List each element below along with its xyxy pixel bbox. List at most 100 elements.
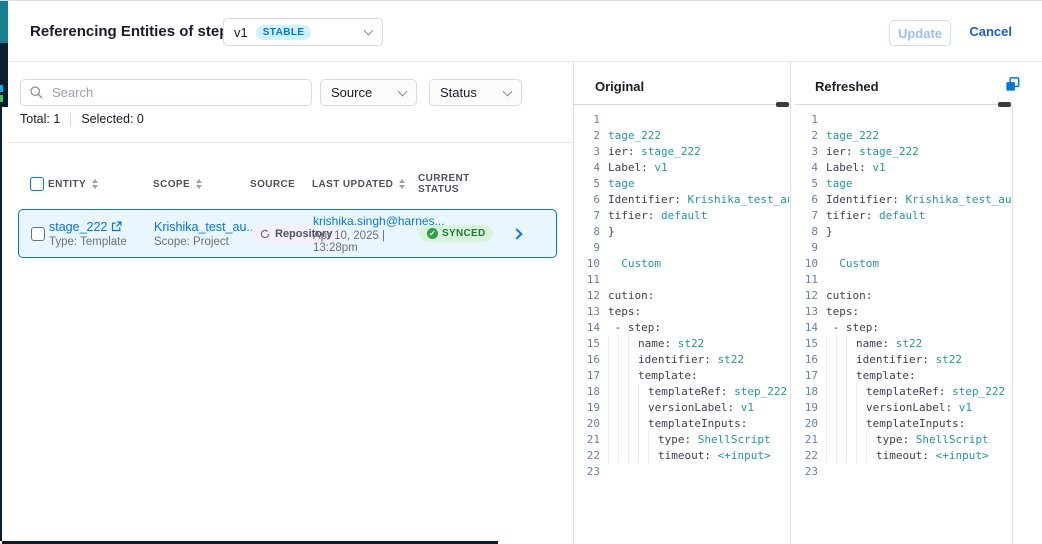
select-all-checkbox[interactable] xyxy=(30,177,44,191)
line-number: 21 xyxy=(791,433,818,446)
indent-guide xyxy=(608,383,618,399)
line-number: 8 xyxy=(791,225,818,238)
search-input-wrapper xyxy=(20,79,312,106)
line-number: 20 xyxy=(573,417,600,430)
code-line: 1 xyxy=(573,111,789,127)
status-filter-select[interactable]: Status xyxy=(429,79,522,106)
code-line: 20templateInputs: xyxy=(791,415,1011,431)
indent-guide xyxy=(856,399,866,415)
code-line: 4Label: v1 xyxy=(791,159,1011,175)
line-number: 11 xyxy=(791,273,818,286)
background-left-edge xyxy=(0,107,2,541)
indent-guide xyxy=(866,447,876,463)
line-number: 9 xyxy=(573,241,600,254)
indent-guide xyxy=(836,383,846,399)
code-line: 9 xyxy=(791,239,1011,255)
column-header-entity[interactable]: ENTITY xyxy=(48,179,153,190)
entity-link[interactable]: stage_222 xyxy=(49,220,107,234)
column-header-last-updated[interactable]: LAST UPDATED xyxy=(312,179,418,190)
refreshed-pane-title: Refreshed xyxy=(815,79,879,94)
indent-guide xyxy=(856,415,866,431)
indent-guide xyxy=(826,431,836,447)
status-filter-label: Status xyxy=(440,85,477,100)
indent-guide xyxy=(826,351,836,367)
line-number: 7 xyxy=(573,209,600,222)
selected-count: Selected: 0 xyxy=(81,112,144,126)
indent-guide xyxy=(618,351,628,367)
code-line: 8} xyxy=(791,223,1011,239)
copy-icon[interactable] xyxy=(1002,76,1022,96)
chevron-right-icon[interactable] xyxy=(511,228,522,239)
sort-icon[interactable] xyxy=(196,179,202,189)
indent-guide xyxy=(618,447,628,463)
table-row[interactable]: stage_222 Type: Template Krishika_test_a… xyxy=(18,209,557,258)
indent-guide xyxy=(608,335,618,351)
horizontal-scrollbar[interactable] xyxy=(795,104,1012,105)
scope-link[interactable]: Krishika_test_au... xyxy=(154,220,257,234)
sort-icon[interactable] xyxy=(92,179,98,189)
indent-guide xyxy=(638,447,648,463)
line-number: 2 xyxy=(573,129,600,142)
stable-badge: STABLE xyxy=(256,25,312,40)
indent-guide xyxy=(618,367,628,383)
line-number: 18 xyxy=(573,385,600,398)
code-line: 10 Custom xyxy=(791,255,1011,271)
source-filter-select[interactable]: Source xyxy=(320,79,417,106)
indent-guide xyxy=(846,351,856,367)
line-number: 18 xyxy=(791,385,818,398)
code-line: 14 - step: xyxy=(791,319,1011,335)
line-number: 19 xyxy=(573,401,600,414)
refreshed-code-pane: 12tage_2223ier: stage_2224Label: v15tage… xyxy=(791,111,1011,491)
code-line: 22timeout: <+input> xyxy=(791,447,1011,463)
cancel-button[interactable]: Cancel xyxy=(969,24,1012,39)
scrollbar-thumb[interactable] xyxy=(998,102,1011,107)
indent-guide xyxy=(836,335,846,351)
version-select[interactable]: v1 STABLE xyxy=(223,18,383,46)
update-button[interactable]: Update xyxy=(889,20,951,46)
line-number: 7 xyxy=(791,209,818,222)
column-header-scope[interactable]: SCOPE xyxy=(153,179,250,190)
line-number: 23 xyxy=(791,465,818,478)
code-line: 17template: xyxy=(573,367,789,383)
indent-guide xyxy=(638,431,648,447)
line-number: 14 xyxy=(791,321,818,334)
line-number: 22 xyxy=(791,449,818,462)
code-line: 2tage_222 xyxy=(573,127,789,143)
line-number: 20 xyxy=(791,417,818,430)
code-line: 11 xyxy=(791,271,1011,287)
line-number: 14 xyxy=(573,321,600,334)
indent-guide xyxy=(628,399,638,415)
code-line: 15name: st22 xyxy=(791,335,1011,351)
search-input[interactable] xyxy=(50,84,302,101)
line-number: 11 xyxy=(573,273,600,286)
horizontal-scrollbar[interactable] xyxy=(573,104,790,105)
indent-guide xyxy=(628,351,638,367)
sort-icon[interactable] xyxy=(399,179,405,189)
indent-guide xyxy=(836,431,846,447)
code-line: 3ier: stage_222 xyxy=(573,143,789,159)
code-line: 18templateRef: step_222 xyxy=(791,383,1011,399)
indent-guide xyxy=(628,415,638,431)
original-pane-title: Original xyxy=(595,79,644,94)
scrollbar-thumb[interactable] xyxy=(776,102,789,107)
row-checkbox[interactable] xyxy=(31,227,45,241)
indent-guide xyxy=(608,367,618,383)
line-number: 4 xyxy=(573,161,600,174)
last-updated-cell: krishika.singh@harnes... Apr 10, 2025 | … xyxy=(313,214,419,254)
external-link-icon[interactable] xyxy=(111,221,122,232)
indent-guide xyxy=(628,447,638,463)
indent-guide xyxy=(618,399,628,415)
entity-cell: stage_222 Type: Template xyxy=(49,220,154,248)
line-number: 23 xyxy=(573,465,600,478)
line-number: 10 xyxy=(573,257,600,270)
chevron-down-icon xyxy=(398,86,408,96)
line-number: 15 xyxy=(791,337,818,350)
code-line: 13teps: xyxy=(791,303,1011,319)
search-icon xyxy=(30,86,43,99)
code-line: 2tage_222 xyxy=(791,127,1011,143)
line-number: 12 xyxy=(573,289,600,302)
line-number: 16 xyxy=(573,353,600,366)
code-line: 15name: st22 xyxy=(573,335,789,351)
code-line: 6Identifier: Krishika_test_aut xyxy=(791,191,1011,207)
indent-guide xyxy=(826,383,836,399)
